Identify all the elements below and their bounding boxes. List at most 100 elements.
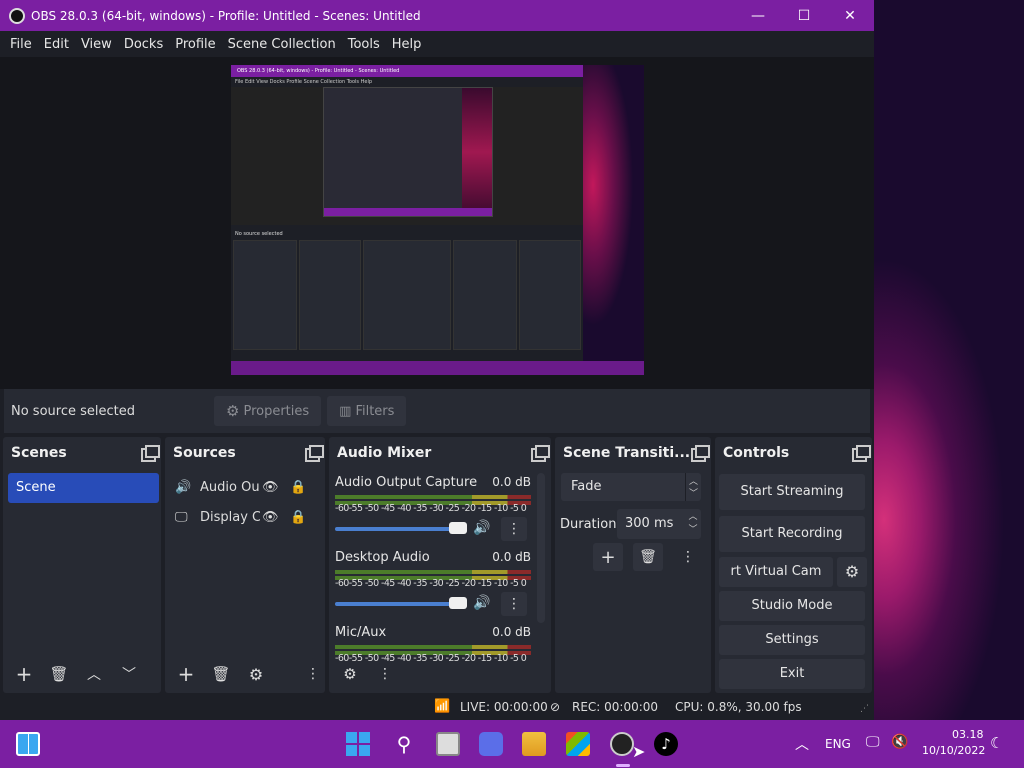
undock-icon[interactable] <box>141 445 160 462</box>
preview-mini-dock <box>299 240 361 350</box>
kebab-icon: ⋮ <box>306 666 320 682</box>
transition-menu-button[interactable]: ⋮ <box>673 543 703 571</box>
kebab-icon: ⋮ <box>378 666 392 682</box>
menu-scene-collection[interactable]: Scene Collection <box>222 37 342 52</box>
properties-button[interactable]: ⚙ Properties <box>214 396 322 426</box>
tiktok-icon[interactable]: ♪ <box>654 732 678 756</box>
clock-date[interactable]: 10/10/2022 <box>922 744 985 757</box>
mixer-scrollbar[interactable] <box>537 473 545 623</box>
add-scene-button[interactable]: + <box>9 659 39 689</box>
channel-menu-button[interactable]: ⋮ <box>501 517 527 541</box>
volume-meter <box>335 645 531 649</box>
lock-icon[interactable]: 🔒 <box>290 480 306 495</box>
notification-icon[interactable]: ☾ <box>990 734 1003 752</box>
volume-slider-handle[interactable] <box>449 597 467 609</box>
volume-slider-track[interactable] <box>335 602 467 606</box>
menu-tools[interactable]: Tools <box>342 37 386 52</box>
language-indicator[interactable]: ENG <box>825 737 851 751</box>
exit-button[interactable]: Exit <box>719 659 865 689</box>
preview-area[interactable]: OBS 28.0.3 (64-bit, windows) - Profile: … <box>0 57 874 389</box>
studio-mode-button[interactable]: Studio Mode <box>719 591 865 621</box>
start-recording-button[interactable]: Start Recording <box>719 516 865 552</box>
obs-taskbar-icon[interactable] <box>610 732 634 756</box>
source-item-audio[interactable]: 🔊 Audio Ou 👁 🔒 <box>175 474 306 500</box>
visibility-icon[interactable]: 👁 <box>262 510 290 525</box>
kebab-icon: ⋮ <box>507 596 521 612</box>
volume-slider-handle[interactable] <box>449 522 467 534</box>
scene-list-item[interactable]: Scene <box>8 473 159 503</box>
mixer-menu-button[interactable]: ⋮ <box>370 659 400 689</box>
undock-icon[interactable] <box>852 445 871 462</box>
status-bar: 📶 LIVE: 00:00:00 ⊘ REC: 00:00:00 CPU: 0.… <box>0 696 874 720</box>
close-button[interactable]: ✕ <box>827 0 873 31</box>
duration-spinbox[interactable]: 300 ms ︿ ﹀ <box>617 509 701 539</box>
task-view-icon[interactable] <box>436 732 460 756</box>
file-explorer-icon[interactable] <box>522 732 546 756</box>
channel-menu-button[interactable]: ⋮ <box>501 592 527 616</box>
preview-mini-dock <box>363 240 451 350</box>
duration-label: Duration <box>560 517 617 532</box>
settings-button[interactable]: Settings <box>719 625 865 655</box>
rec-icon: ⊘ <box>550 700 561 714</box>
visibility-icon[interactable]: 👁 <box>262 480 290 495</box>
menu-file[interactable]: File <box>4 37 38 52</box>
search-icon[interactable]: ⚲ <box>392 732 416 756</box>
mouse-cursor-icon: ➤ <box>632 742 646 761</box>
undock-icon[interactable] <box>691 445 710 462</box>
speaker-icon[interactable]: 🔊 <box>473 520 490 536</box>
preview-mini-docks <box>233 240 581 350</box>
source-properties-button[interactable]: ⚙ <box>241 659 271 689</box>
add-source-button[interactable]: + <box>171 659 201 689</box>
tray-chevron-icon[interactable]: ︿ <box>795 734 809 754</box>
start-tile <box>359 732 370 743</box>
gear-icon: ⚙ <box>226 402 240 420</box>
menu-docks[interactable]: Docks <box>118 37 169 52</box>
undock-icon[interactable] <box>531 445 550 462</box>
source-item-display[interactable]: 🖵 Display C 👁 🔒 <box>175 504 306 530</box>
sources-toolbar: + 🗑 ⚙ ⋮ <box>171 659 333 689</box>
active-app-indicator <box>616 764 630 767</box>
menu-help[interactable]: Help <box>386 37 428 52</box>
trash-icon: 🗑 <box>639 549 657 565</box>
start-streaming-button[interactable]: Start Streaming <box>719 474 865 510</box>
network-icon[interactable]: 🖵 <box>866 734 880 750</box>
channel-name: Audio Output Capture <box>335 475 478 490</box>
spin-arrows-icon[interactable]: ︿ ﹀ <box>685 509 701 539</box>
minimize-button[interactable]: — <box>735 0 781 31</box>
transition-select[interactable]: Fade ︿ ﹀ <box>561 473 701 501</box>
controls-title: Controls <box>723 445 790 461</box>
speaker-icon[interactable]: 🔊 <box>473 595 490 611</box>
source-label: Audio Ou <box>200 479 260 495</box>
store-icon[interactable] <box>566 732 590 756</box>
maximize-button[interactable]: ☐ <box>781 0 827 31</box>
menu-view[interactable]: View <box>75 37 118 52</box>
volume-muted-icon[interactable]: 🔇 <box>891 734 908 750</box>
source-more-button[interactable]: ⋮ <box>298 659 328 689</box>
menu-edit[interactable]: Edit <box>38 37 75 52</box>
move-scene-up-button[interactable]: ︿ <box>79 659 109 689</box>
add-transition-button[interactable]: + <box>593 543 623 571</box>
remove-transition-button[interactable]: 🗑 <box>633 543 663 571</box>
menu-profile[interactable]: Profile <box>169 37 221 52</box>
resize-grip-icon[interactable]: ⋰ <box>860 704 869 714</box>
gear-icon: ⚙ <box>844 562 860 581</box>
virtual-camera-button[interactable]: rt Virtual Cam <box>719 557 833 587</box>
chat-icon[interactable] <box>479 732 503 756</box>
speaker-icon: 🔊 <box>175 479 192 495</box>
virtual-camera-settings-button[interactable]: ⚙ <box>837 557 867 587</box>
remove-source-button[interactable]: 🗑 <box>206 659 236 689</box>
move-scene-down-button[interactable]: ﹀ <box>114 659 144 689</box>
remove-scene-button[interactable]: 🗑 <box>44 659 74 689</box>
clock-time[interactable]: 03.18 <box>952 728 984 741</box>
widgets-icon[interactable] <box>16 732 40 756</box>
title-bar[interactable]: OBS 28.0.3 (64-bit, windows) - Profile: … <box>0 0 874 31</box>
start-tile <box>346 732 357 743</box>
undock-icon[interactable] <box>305 445 324 462</box>
advanced-audio-button[interactable]: ⚙ <box>335 659 365 689</box>
filters-button[interactable]: ▥ Filters <box>327 396 407 426</box>
preview-canvas[interactable]: OBS 28.0.3 (64-bit, windows) - Profile: … <box>231 65 644 375</box>
lock-icon[interactable]: 🔒 <box>290 510 306 525</box>
volume-slider-track[interactable] <box>335 527 467 531</box>
start-icon[interactable] <box>346 732 370 756</box>
monitor-icon: 🖵 <box>175 509 188 525</box>
